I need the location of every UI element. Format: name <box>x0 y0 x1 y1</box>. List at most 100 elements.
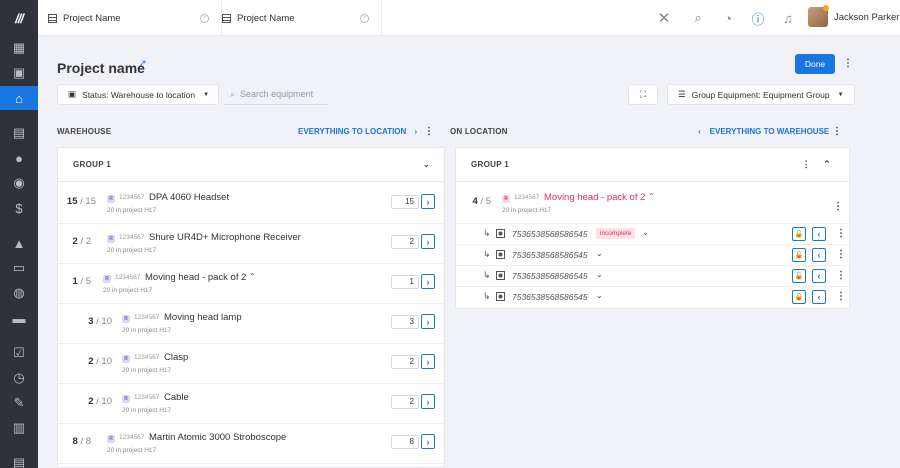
chevron-down-icon[interactable]: ⌄ <box>596 249 603 258</box>
quantity-input[interactable]: 2 <box>391 355 419 369</box>
unlock-icon[interactable]: 🔓 <box>792 269 806 283</box>
calendar-icon[interactable]: ▣ <box>0 62 38 84</box>
checklist-icon[interactable]: ☑ <box>0 342 38 364</box>
warehouse-icon[interactable]: ⌂ <box>0 86 38 110</box>
chevron-down-icon: ▼ <box>837 91 844 98</box>
tab-project-1[interactable]: Project Name × <box>48 0 222 36</box>
item-name[interactable]: Clasp <box>164 352 188 363</box>
chevron-up-icon[interactable]: ⌃ <box>648 192 655 201</box>
unit-more-icon[interactable]: ⋮ <box>836 291 846 302</box>
group-dropdown[interactable]: ☰ Group Equipment: Equipment Group ▼ <box>667 84 855 105</box>
item-name[interactable]: Martin Atomic 3000 Stroboscope <box>149 432 286 443</box>
item-more-icon[interactable]: ⋮ <box>833 201 843 212</box>
dashboard-icon[interactable]: ▦ <box>0 37 38 59</box>
warehouse-panel: GROUP 1 ⌄ 15 / 15 R 1234567 DPA 4060 Hea… <box>57 147 445 468</box>
close-tab-icon[interactable]: × <box>360 13 369 23</box>
shapes-icon[interactable]: ▲ <box>0 232 38 254</box>
item-sub: 20 in project H17 <box>122 327 172 334</box>
unit-more-icon[interactable]: ⋮ <box>836 249 846 260</box>
message-icon[interactable]: ▤ <box>0 452 38 468</box>
chevron-up-icon[interactable]: ⌃ <box>249 272 256 281</box>
quantity-input[interactable]: 2 <box>391 235 419 249</box>
truck-icon[interactable]: ▬ <box>0 307 38 329</box>
group-more-icon[interactable]: ⋮ <box>802 159 811 170</box>
chevron-down-icon[interactable]: ⌄ <box>423 160 430 169</box>
timer-icon[interactable]: ◔ <box>719 9 737 27</box>
list-item: 2 / 10 R 1234567 Clasp 20 in project H17… <box>58 344 444 384</box>
unlock-icon[interactable]: 🔓 <box>792 248 806 262</box>
location-more-icon[interactable]: ⋮ <box>832 126 842 137</box>
quantity-input[interactable]: 2 <box>391 395 419 409</box>
unlock-icon[interactable]: 🔓 <box>792 227 806 241</box>
tab-project-2[interactable]: Project Name × <box>222 0 382 36</box>
move-to-location-button[interactable]: › <box>421 194 435 209</box>
fullscreen-button[interactable]: ⛶ <box>628 84 658 105</box>
qr-code-icon <box>496 271 505 280</box>
list-item: 2 / 10 R 1234567 Cable 20 in project H17… <box>58 384 444 424</box>
chart-icon[interactable]: ▥ <box>0 417 38 439</box>
unit-more-icon[interactable]: ⋮ <box>836 270 846 281</box>
unit-more-icon[interactable]: ⋮ <box>836 228 846 239</box>
move-to-location-button[interactable]: › <box>421 434 435 449</box>
table-icon[interactable]: ▤ <box>0 122 38 144</box>
move-to-warehouse-button[interactable]: ‹ <box>812 290 826 304</box>
move-to-warehouse-button[interactable]: ‹ <box>812 248 826 262</box>
app-logo[interactable]: /// <box>0 0 38 36</box>
move-to-warehouse-button[interactable]: ‹ <box>812 269 826 283</box>
serial-number: 7536538568586545 <box>512 271 588 281</box>
move-to-location-button[interactable]: › <box>421 314 435 329</box>
move-to-location-button[interactable]: › <box>421 394 435 409</box>
user-icon[interactable]: ● <box>0 147 38 169</box>
warehouse-more-icon[interactable]: ⋮ <box>424 126 434 137</box>
unlock-icon[interactable]: 🔓 <box>792 290 806 304</box>
quantity-input[interactable]: 8 <box>391 435 419 449</box>
dollar-icon[interactable]: $ <box>0 197 38 219</box>
grid-icon <box>48 13 57 23</box>
item-name[interactable]: Shure UR4D+ Microphone Receiver <box>149 232 301 243</box>
move-to-warehouse-button[interactable]: ‹ <box>812 227 826 241</box>
search-icon[interactable]: ⌕ <box>689 9 707 27</box>
list-item: 4 / 5 R 1234567 Moving head - pack of 2 … <box>456 184 849 224</box>
status-dropdown[interactable]: ▣ Status: Warehouse to location ▼ <box>57 84 219 105</box>
contact-card-icon[interactable]: ▭ <box>0 257 38 279</box>
item-name[interactable]: Cable <box>164 392 189 403</box>
move-to-location-button[interactable]: › <box>421 354 435 369</box>
item-name[interactable]: Moving head - pack of 2 <box>145 272 246 283</box>
chevron-up-icon[interactable]: ⌃ <box>823 159 831 170</box>
group-header[interactable]: GROUP 1 ⋮ ⌃ <box>456 148 849 182</box>
item-name[interactable]: Moving head - pack of 2 <box>544 192 645 203</box>
everything-to-location-link[interactable]: EVERYTHING TO LOCATION › <box>298 127 417 136</box>
more-icon[interactable]: ⋮ <box>843 58 853 69</box>
qr-code-icon <box>496 229 505 238</box>
chevron-down-icon[interactable]: ⌄ <box>596 270 603 279</box>
group-header[interactable]: GROUP 1 ⌄ <box>58 148 444 182</box>
people-icon[interactable]: ◍ <box>0 282 38 304</box>
search-input[interactable]: ⌕ Search equipment <box>224 84 328 105</box>
clock-icon[interactable]: ◷ <box>0 367 38 389</box>
item-code: 1234567 <box>134 314 160 321</box>
user-name[interactable]: Jackson Parker <box>834 12 899 23</box>
item-name[interactable]: DPA 4060 Headset <box>149 192 229 203</box>
close-icon[interactable]: ✕ <box>655 9 673 27</box>
chevron-down-icon[interactable]: ⌄ <box>642 228 649 237</box>
quantity-input[interactable]: 15 <box>391 195 419 209</box>
unit-row: ↳ 7536538568586545 incomplete ⌄ 🔓 ‹ ⋮ <box>456 224 849 245</box>
move-to-location-button[interactable]: › <box>421 234 435 249</box>
compass-icon[interactable]: ◉ <box>0 172 38 194</box>
chevron-down-icon[interactable]: ⌄ <box>596 291 603 300</box>
close-tab-icon[interactable]: × <box>200 13 209 23</box>
wrench-icon[interactable]: ✎ <box>0 392 38 414</box>
external-link-icon[interactable]: ↗ <box>139 58 147 69</box>
everything-to-warehouse-link[interactable]: ‹ EVERYTHING TO WAREHOUSE <box>698 127 829 136</box>
quantity-input[interactable]: 1 <box>391 275 419 289</box>
item-type-badge: R <box>107 235 115 243</box>
help-icon[interactable]: ⓘ <box>749 9 767 27</box>
quantity-input[interactable]: 3 <box>391 315 419 329</box>
quantity: 2 / 10 <box>88 356 112 367</box>
bell-icon[interactable]: ♫ <box>779 9 797 27</box>
done-button[interactable]: Done <box>795 54 835 74</box>
quantity: 1 / 5 <box>72 276 92 287</box>
move-to-location-button[interactable]: › <box>421 274 435 289</box>
unit-row: ↳ 7536538568586545 ⌄ 🔓 ‹ ⋮ <box>456 266 849 287</box>
item-name[interactable]: Moving head lamp <box>164 312 242 323</box>
